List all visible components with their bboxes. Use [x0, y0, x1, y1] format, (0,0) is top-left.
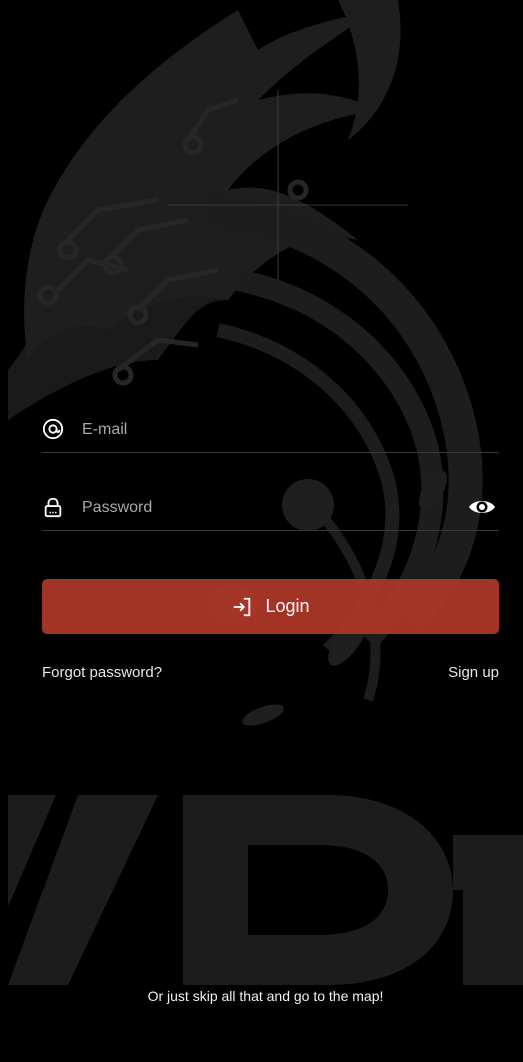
sign-up-link[interactable]: Sign up — [448, 664, 499, 681]
skip-to-map-link[interactable]: Or just skip all that and go to the map! — [8, 988, 523, 1004]
password-input[interactable] — [80, 492, 444, 524]
email-input[interactable] — [80, 414, 444, 446]
logo-letters — [8, 795, 523, 985]
login-icon — [234, 597, 251, 616]
password-field-row — [42, 486, 499, 531]
forgot-password-link[interactable]: Forgot password? — [42, 664, 162, 681]
login-screen: Login Forgot password? Sign up Or just s… — [8, 0, 523, 1062]
dragon-logo-background — [8, 0, 523, 985]
login-button-label: Login — [265, 596, 310, 616]
email-field-row — [42, 408, 499, 453]
at-icon — [42, 418, 64, 440]
login-button[interactable]: Login — [42, 579, 499, 634]
eye-icon[interactable] — [467, 494, 497, 520]
lock-icon — [44, 497, 62, 518]
dragon-logo — [8, 0, 401, 420]
